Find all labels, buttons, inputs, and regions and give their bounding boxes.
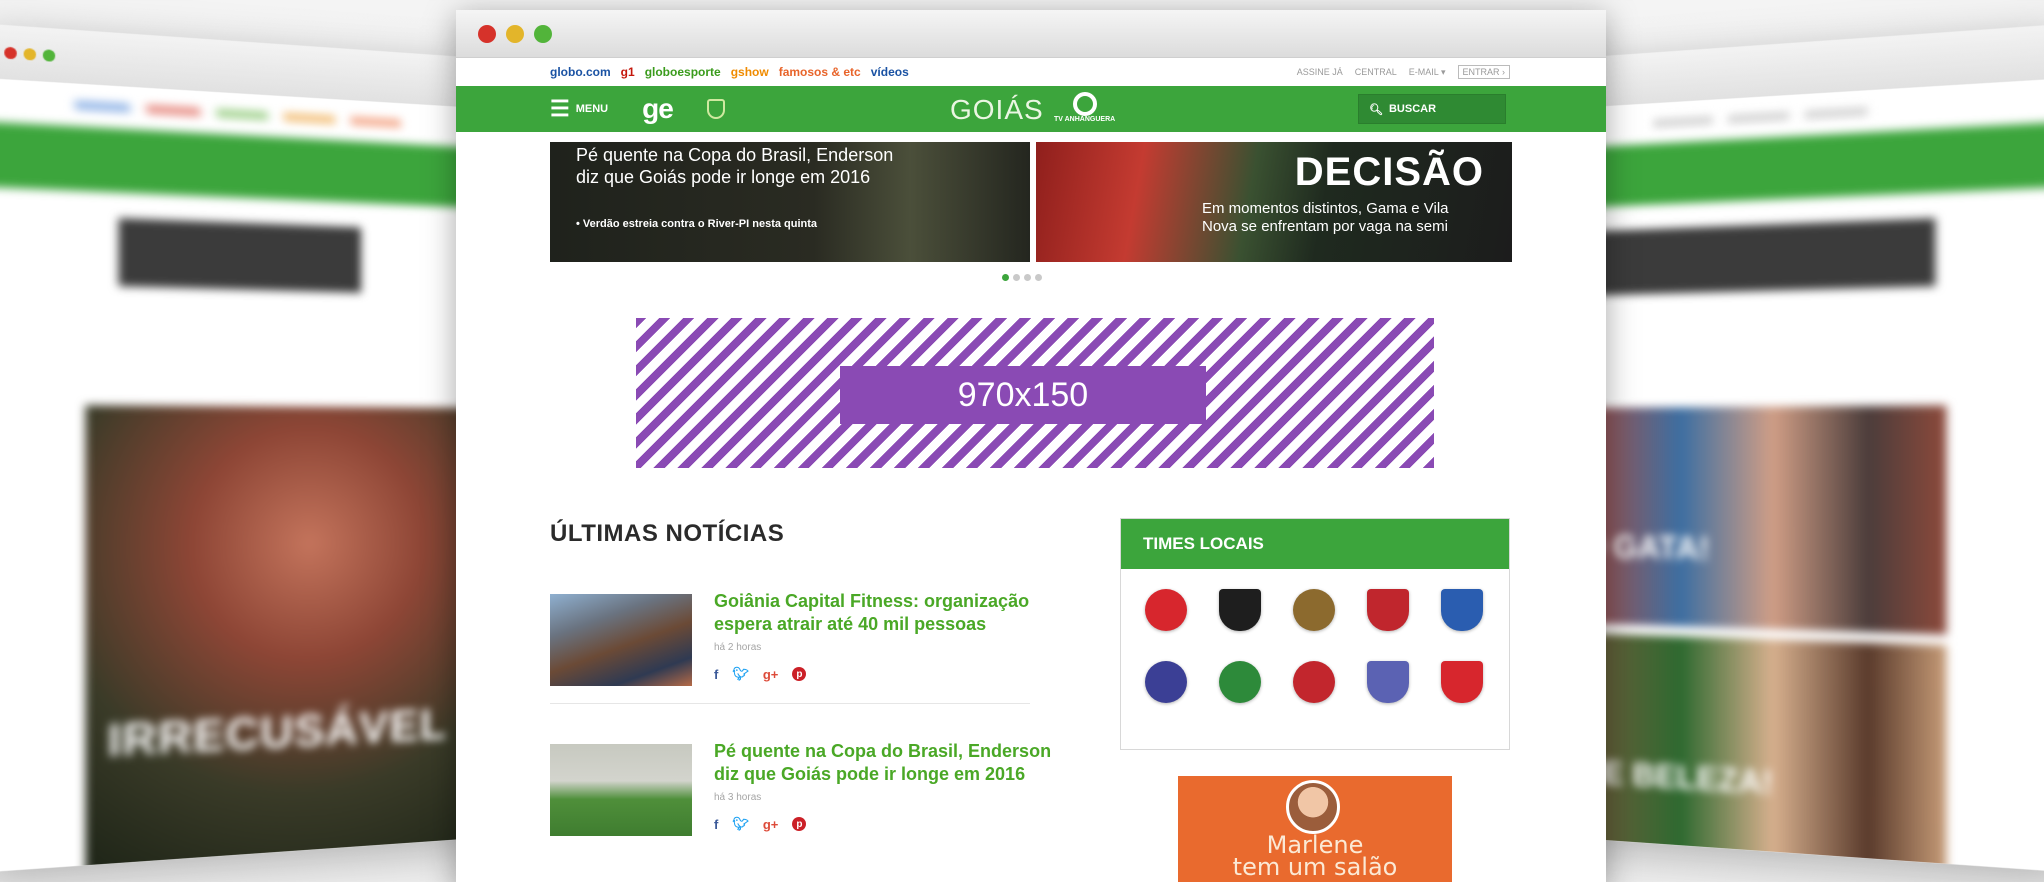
- twitter-icon[interactable]: 🐦︎: [732, 816, 749, 832]
- maximize-button[interactable]: [534, 24, 552, 43]
- team-crest-icon[interactable]: [1367, 589, 1409, 631]
- search-label: BUSCAR: [1388, 103, 1437, 115]
- left-feature-title: IRRECUSÁVEL: [107, 699, 448, 767]
- entrar-button[interactable]: ENTRAR ›: [1457, 65, 1510, 79]
- tv-anhanguera-logo[interactable]: TV ANHANGUERA: [1054, 92, 1115, 123]
- carousel-dot[interactable]: [1002, 274, 1009, 281]
- hamburger-icon: ☰: [550, 96, 570, 121]
- globo-link[interactable]: g1: [621, 65, 635, 79]
- central-link[interactable]: CENTRAL: [1355, 67, 1397, 77]
- carousel-slide[interactable]: Pé quente na Copa do Brasil, Enderson di…: [550, 142, 1030, 262]
- globo-account-links: ASSINE JÁ CENTRAL E-MAIL ▾ ENTRAR ›: [1297, 65, 1510, 79]
- team-crest-icon[interactable]: [1219, 661, 1261, 703]
- assine-link[interactable]: ASSINE JÁ: [1297, 67, 1343, 77]
- ad-banner[interactable]: 970x150: [636, 318, 1434, 468]
- close-button[interactable]: [478, 24, 496, 43]
- main-browser-window: globo.com g1 globoesporte gshow famosos & et…: [456, 10, 1606, 882]
- globo-links: globo.com g1 globoesporte gshow famosos & et…: [550, 65, 909, 79]
- facebook-icon[interactable]: f: [714, 817, 718, 832]
- team-crest-grid: [1121, 569, 1509, 703]
- news-section-title: ÚLTIMAS NOTÍCIAS: [550, 520, 785, 547]
- share-bar: f 🐦︎ g+ p: [714, 666, 807, 682]
- team-crest-icon[interactable]: [1441, 589, 1483, 631]
- ge-logo[interactable]: ge: [642, 93, 674, 125]
- local-teams-widget: TIMES LOCAIS: [1120, 518, 1510, 750]
- news-thumbnail[interactable]: [550, 594, 692, 686]
- slide-description: Em momentos distintos, Gama e Vila Nova …: [1202, 200, 1449, 235]
- carousel-pagination: [1002, 274, 1042, 281]
- minimize-dot: [23, 47, 37, 61]
- google-plus-icon[interactable]: g+: [763, 667, 779, 682]
- right-gallery-photo-1: O GATA!: [1574, 405, 1947, 635]
- maximize-dot: [42, 48, 56, 62]
- google-plus-icon[interactable]: g+: [763, 817, 779, 832]
- region-title: GOIÁS: [950, 94, 1044, 125]
- facebook-icon[interactable]: f: [714, 667, 718, 682]
- browser-chrome: [456, 10, 1606, 58]
- main-nav-bar: ☰ MENU ge GOIÁS TV ANHANGUERA 🔍︎ BUSCAR: [456, 86, 1606, 132]
- background-window-left: IRRECUSÁVEL: [0, 23, 481, 873]
- left-dark-block: [118, 218, 362, 293]
- twitter-icon[interactable]: 🐦︎: [732, 666, 749, 682]
- team-crest-icon[interactable]: [1293, 589, 1335, 631]
- share-bar: f 🐦︎ g+ p: [714, 816, 807, 832]
- team-crest-icon[interactable]: [1219, 589, 1261, 631]
- globo-link[interactable]: gshow: [731, 65, 769, 79]
- right-gallery-photo-2: UE BELEZA!: [1574, 633, 1947, 873]
- ad-text: Marlene tem um salão: [1178, 833, 1452, 881]
- left-feature-photo: IRRECUSÁVEL: [85, 405, 480, 873]
- globo-link[interactable]: vídeos: [871, 65, 909, 79]
- globo-link[interactable]: globo.com: [550, 65, 611, 79]
- news-timestamp: há 2 horas: [714, 642, 762, 653]
- carousel-dot[interactable]: [1035, 274, 1042, 281]
- carousel-dot[interactable]: [1024, 274, 1031, 281]
- minimize-button[interactable]: [506, 24, 524, 43]
- ad-avatar: [1286, 780, 1340, 834]
- team-crest-icon[interactable]: [1145, 589, 1187, 631]
- close-dot: [4, 46, 17, 59]
- search-button[interactable]: 🔍︎ BUSCAR: [1358, 94, 1506, 124]
- search-icon: 🔍︎: [1369, 103, 1383, 116]
- news-headline[interactable]: Pé quente na Copa do Brasil, Enderson di…: [714, 740, 1064, 786]
- slide-sublink[interactable]: • Verdão estreia contra o River-PI nesta…: [576, 218, 817, 230]
- news-timestamp: há 3 horas: [714, 792, 762, 803]
- slide-headline: Pé quente na Copa do Brasil, Enderson di…: [576, 145, 894, 187]
- news-thumbnail[interactable]: [550, 744, 692, 836]
- email-link[interactable]: E-MAIL ▾: [1409, 67, 1446, 78]
- background-window-right: O GATA! UE BELEZA!: [1574, 23, 2044, 873]
- carousel-dot[interactable]: [1013, 274, 1020, 281]
- left-window-content: IRRECUSÁVEL: [0, 78, 481, 873]
- slide-title: DECISÃO: [1294, 150, 1484, 194]
- globo-top-bar: globo.com g1 globoesporte gshow famosos & et…: [456, 58, 1606, 86]
- menu-button[interactable]: ☰ MENU: [550, 98, 608, 120]
- headline-carousel: Pé quente na Copa do Brasil, Enderson di…: [550, 142, 1512, 262]
- team-crest-icon[interactable]: [1441, 661, 1483, 703]
- sidebar-ad[interactable]: Marlene tem um salão: [1178, 776, 1452, 882]
- news-headline[interactable]: Goiânia Capital Fitness: organização esp…: [714, 590, 1064, 636]
- carousel-slide[interactable]: DECISÃO Em momentos distintos, Gama e Vi…: [1036, 142, 1512, 262]
- local-teams-title: TIMES LOCAIS: [1121, 519, 1509, 569]
- menu-label: MENU: [575, 103, 609, 115]
- news-item[interactable]: Goiânia Capital Fitness: organização esp…: [550, 588, 1060, 704]
- shield-icon[interactable]: [706, 99, 725, 119]
- pinterest-icon[interactable]: p: [792, 667, 807, 681]
- pinterest-icon[interactable]: p: [792, 817, 807, 831]
- team-crest-icon[interactable]: [1367, 661, 1409, 703]
- team-crest-icon[interactable]: [1145, 661, 1187, 703]
- team-crest-icon[interactable]: [1293, 661, 1335, 703]
- divider: [550, 703, 1030, 704]
- news-item[interactable]: Pé quente na Copa do Brasil, Enderson di…: [550, 738, 1060, 848]
- tv-logo-icon: [1072, 92, 1097, 116]
- tv-logo-text: TV ANHANGUERA: [1054, 116, 1116, 123]
- globo-link[interactable]: globoesporte: [645, 65, 721, 79]
- ad-line-2: tem um salão: [1232, 853, 1398, 881]
- ad-size-label: 970x150: [840, 366, 1206, 424]
- right-gallery-title-2: UE BELEZA!: [1579, 753, 1773, 802]
- globo-link[interactable]: famosos & etc: [779, 65, 861, 79]
- right-window-content: O GATA! UE BELEZA!: [1574, 78, 2044, 873]
- right-dark-block: [1583, 218, 1936, 296]
